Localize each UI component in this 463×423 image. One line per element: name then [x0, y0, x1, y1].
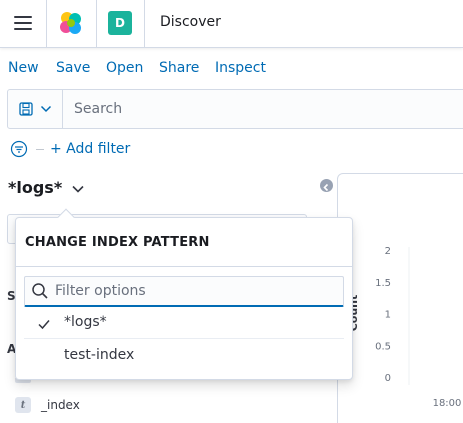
option-divider: [24, 338, 344, 339]
search-icon: [32, 283, 48, 299]
filter-bar: + Add filter: [10, 138, 130, 160]
add-filter-button[interactable]: + Add filter: [50, 141, 130, 157]
string-field-icon: t: [15, 397, 31, 413]
popover-arrow: [57, 208, 75, 226]
y-tick-label: 1: [385, 310, 391, 321]
y-tick-label: 0: [385, 373, 391, 384]
inspect-button[interactable]: Inspect: [215, 60, 266, 76]
elastic-logo-icon[interactable]: [58, 10, 84, 36]
header-divider: [96, 0, 97, 47]
open-button[interactable]: Open: [106, 60, 143, 76]
save-icon: [19, 102, 33, 116]
search-input[interactable]: [64, 90, 463, 128]
header-divider: [46, 0, 47, 47]
y-tick-label: 0.5: [375, 341, 391, 352]
save-button[interactable]: Save: [56, 60, 90, 76]
header-divider: [144, 0, 145, 47]
chevron-down-icon: [72, 185, 84, 193]
index-pattern-option[interactable]: *logs*: [24, 307, 344, 339]
field-name: _index: [41, 398, 80, 412]
chevron-down-icon: [40, 105, 52, 113]
sidebar-field-item[interactable]: t _index: [15, 397, 80, 413]
index-pattern-selector[interactable]: *logs*: [8, 178, 85, 197]
chevron-left-icon: [323, 183, 329, 192]
y-tick-label: 2: [385, 246, 391, 257]
filter-icon[interactable]: [10, 140, 28, 158]
change-index-pattern-popover: CHANGE INDEX PATTERN *logs* test-index: [15, 208, 353, 380]
saved-query-button[interactable]: [8, 90, 63, 128]
filter-options-input[interactable]: [55, 277, 335, 305]
y-tick-label: 1.5: [375, 278, 391, 289]
check-icon: [38, 320, 50, 330]
histogram-chart: 21.510.50 18:00 Count: [347, 246, 462, 409]
query-bar: [7, 89, 463, 129]
option-label: test-index: [64, 347, 135, 363]
share-button[interactable]: Share: [159, 60, 199, 76]
popover-divider: [16, 266, 352, 267]
x-tick-label: 18:00: [433, 398, 462, 409]
popover-title: CHANGE INDEX PATTERN: [25, 235, 210, 250]
filter-options-field[interactable]: [24, 276, 344, 307]
app-header: D Discover: [0, 0, 463, 48]
index-pattern-option[interactable]: test-index: [24, 340, 344, 372]
hamburger-menu-icon[interactable]: [14, 16, 32, 30]
option-label: *logs*: [64, 314, 107, 330]
new-button[interactable]: New: [8, 60, 39, 76]
top-nav-menu: New Save Open Share Inspect: [0, 48, 463, 88]
space-avatar[interactable]: D: [108, 11, 132, 35]
collapse-sidebar-button[interactable]: [320, 179, 333, 192]
app-title: Discover: [160, 14, 221, 30]
filter-divider: [36, 148, 44, 150]
index-pattern-name: *logs*: [8, 178, 63, 197]
